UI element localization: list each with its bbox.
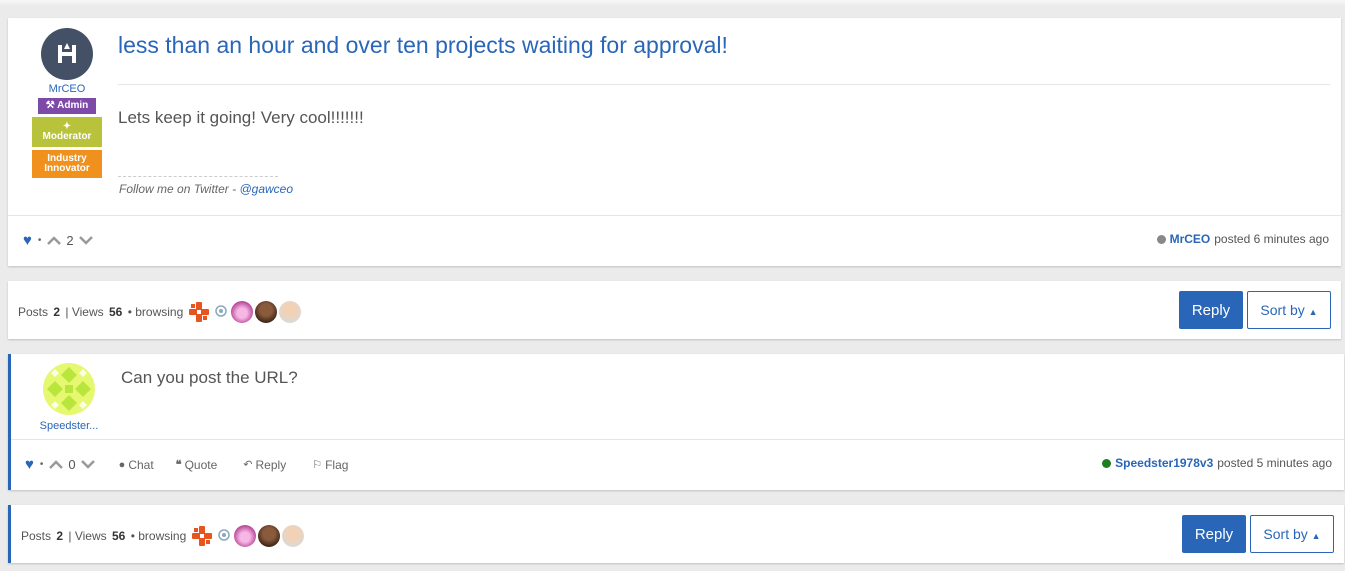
top-shadow: [0, 0, 1345, 6]
browsing-label: • browsing: [127, 305, 184, 319]
upvote-icon[interactable]: [49, 458, 64, 472]
posted-info: MrCEO posted 6 minutes ago: [1156, 232, 1329, 246]
sort-by-button[interactable]: Sort by ▲: [1250, 515, 1334, 553]
browsing-users: [187, 300, 302, 324]
reply-label: Reply: [255, 457, 287, 472]
views-count: 56: [111, 529, 126, 543]
vote-count: 0: [68, 457, 76, 472]
downvote-icon[interactable]: [78, 234, 93, 248]
online-status-indicator: [1102, 458, 1112, 468]
quote-button[interactable]: ❝ Quote: [176, 458, 218, 472]
separator-dot: •: [37, 235, 42, 246]
topic-stats: Posts 2 | Views 56 • browsing: [18, 300, 302, 324]
logo-icon: [58, 43, 76, 63]
chat-button[interactable]: ● Chat: [119, 458, 154, 472]
posts-label: Posts: [18, 305, 49, 319]
avatar[interactable]: [41, 28, 93, 80]
posts-count: 2: [56, 529, 64, 543]
posts-label: Posts: [21, 529, 52, 543]
user-avatar-default[interactable]: [213, 304, 229, 320]
topic-stats-bar: Posts 2 | Views 56 • browsing Reply Sort…: [8, 281, 1341, 339]
flag-button[interactable]: ⚐ Flag: [312, 458, 348, 472]
reply-button[interactable]: Reply: [1179, 291, 1243, 329]
flag-icon: ⚐: [312, 459, 323, 471]
user-avatar-logo[interactable]: [190, 524, 214, 548]
signature-divider: [118, 176, 278, 177]
avatar[interactable]: [43, 363, 95, 415]
author-block: Speedster...: [34, 363, 104, 432]
posted-time[interactable]: posted 6 minutes ago: [1214, 232, 1329, 246]
badge-admin-label: Admin: [57, 100, 89, 111]
flag-label: Flag: [325, 457, 349, 472]
reply-icon: ↶: [243, 459, 253, 471]
posted-by[interactable]: Speedster1978v3: [1115, 456, 1213, 470]
post-title: less than an hour and over ten projects …: [118, 32, 728, 58]
caret-up-icon: ▲: [1311, 531, 1321, 541]
user-avatar-default[interactable]: [216, 528, 232, 544]
badge-moderator-label: Moderator: [42, 131, 92, 142]
user-avatar-pink[interactable]: [234, 525, 257, 547]
badge-admin: ⚒ Admin: [38, 98, 96, 114]
posted-time[interactable]: posted 5 minutes ago: [1217, 456, 1332, 470]
user-avatar-brown[interactable]: [255, 301, 278, 323]
caret-up-icon: ▲: [1308, 307, 1318, 317]
status-indicator: [1156, 234, 1166, 244]
user-avatar-brown[interactable]: [258, 525, 281, 547]
separator-dot: •: [39, 459, 44, 470]
upvote-icon[interactable]: [47, 234, 62, 248]
signature-text: Follow me on Twitter -: [119, 182, 240, 196]
topic-stats: Posts 2 | Views 56 • browsing: [21, 524, 305, 548]
sort-by-button[interactable]: Sort by ▲: [1247, 291, 1331, 329]
footer-divider: [8, 215, 1341, 216]
user-avatar-logo[interactable]: [187, 300, 211, 324]
badge-innovator: Industry Innovator: [32, 150, 102, 178]
downvote-icon[interactable]: [80, 458, 95, 472]
user-avatar-light[interactable]: [279, 301, 302, 323]
sort-by-label: Sort by: [1263, 526, 1308, 542]
author-block: MrCEO ⚒ Admin ✦ Moderator Industry Innova…: [32, 28, 102, 178]
views-label: | Views: [68, 529, 107, 543]
views-count: 56: [108, 305, 123, 319]
topic-stats-bar-bottom: Posts 2 | Views 56 • browsing Reply Sort…: [8, 505, 1344, 563]
user-avatar-pink[interactable]: [231, 301, 254, 323]
post-body: Can you post the URL?: [121, 368, 298, 387]
heart-icon[interactable]: ♥: [25, 456, 34, 473]
user-avatar-light[interactable]: [282, 525, 305, 547]
post-card-reply: Speedster... Can you post the URL? ♥ • 0…: [8, 354, 1344, 490]
identicon-icon: [43, 363, 95, 415]
posted-info: Speedster1978v3 posted 5 minutes ago: [1102, 456, 1332, 470]
browsing-label: • browsing: [130, 529, 187, 543]
post-card-main: MrCEO ⚒ Admin ✦ Moderator Industry Innova…: [8, 18, 1341, 266]
author-name[interactable]: Speedster...: [34, 420, 104, 432]
vote-count: 2: [66, 233, 74, 248]
footer-divider: [11, 439, 1344, 440]
signature: Follow me on Twitter - @gawceo: [119, 182, 293, 196]
author-name[interactable]: MrCEO: [32, 83, 102, 95]
quote-icon: ❝: [175, 459, 182, 471]
browsing-users: [190, 524, 305, 548]
views-label: | Views: [65, 305, 104, 319]
twitter-link[interactable]: @gawceo: [239, 182, 293, 196]
reply-button[interactable]: Reply: [1182, 515, 1246, 553]
posts-count: 2: [53, 305, 61, 319]
post-body: Lets keep it going! Very cool!!!!!!!: [118, 108, 364, 127]
heart-icon[interactable]: ♥: [23, 232, 32, 249]
reply-action-button[interactable]: ↶ Reply: [243, 458, 286, 472]
quote-label: Quote: [184, 457, 218, 472]
title-divider: [118, 84, 1330, 85]
sort-by-label: Sort by: [1260, 302, 1305, 318]
badge-moderator: ✦ Moderator: [32, 117, 102, 147]
post-actions: ♥ • 2: [23, 232, 93, 249]
post-actions: ♥ • 0 ● Chat ❝ Quote ↶ Reply ⚐ Flag: [25, 456, 348, 473]
posted-by[interactable]: MrCEO: [1170, 232, 1211, 246]
chat-label: Chat: [128, 457, 154, 472]
chat-icon: ●: [118, 458, 126, 471]
